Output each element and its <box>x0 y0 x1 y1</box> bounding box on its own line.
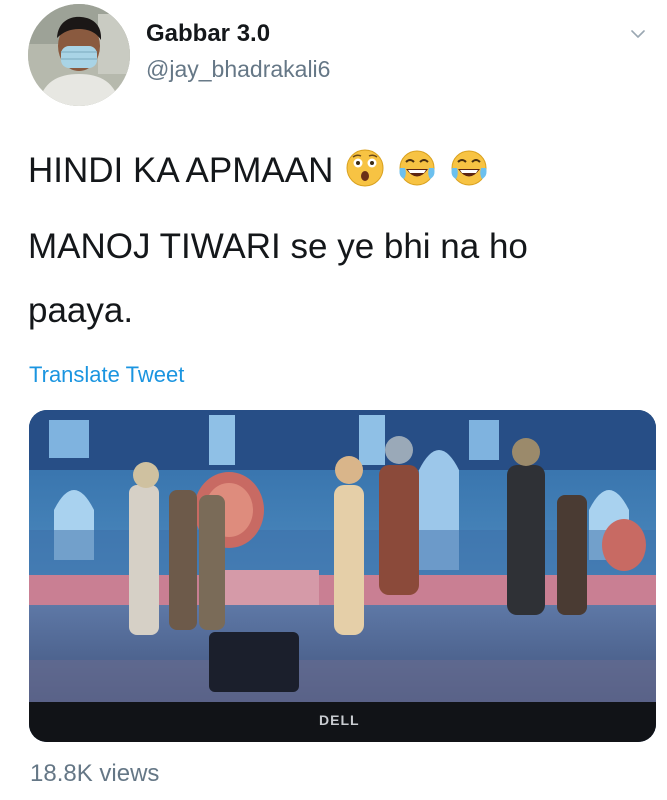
avatar[interactable] <box>28 4 130 106</box>
video-thumbnail <box>29 410 656 742</box>
display-name[interactable]: Gabbar 3.0 <box>146 20 270 48</box>
tweet-video[interactable]: DELL <box>29 410 656 742</box>
astonished-face-emoji <box>346 149 384 187</box>
tweet-text-line-2: MANOJ TIWARI se ye bhi na ho <box>28 227 528 266</box>
translate-tweet-link[interactable]: Translate Tweet <box>29 362 184 388</box>
avatar-photo <box>28 4 130 106</box>
monitor-brand-logo: DELL <box>319 712 360 728</box>
emoji-group <box>345 148 490 197</box>
user-handle[interactable]: @jay_bhadrakali6 <box>146 56 330 83</box>
tweet-text-line-3: paaya. <box>28 291 134 330</box>
face-with-tears-of-joy-emoji <box>399 150 435 186</box>
tweet-text: HINDI KA APMAAN <box>28 151 334 190</box>
chevron-down-icon[interactable] <box>630 26 646 42</box>
tweet-text-line-1: HINDI KA APMAAN <box>28 148 491 197</box>
view-count: 18.8K views <box>30 760 160 787</box>
face-with-tears-of-joy-emoji <box>451 150 487 186</box>
